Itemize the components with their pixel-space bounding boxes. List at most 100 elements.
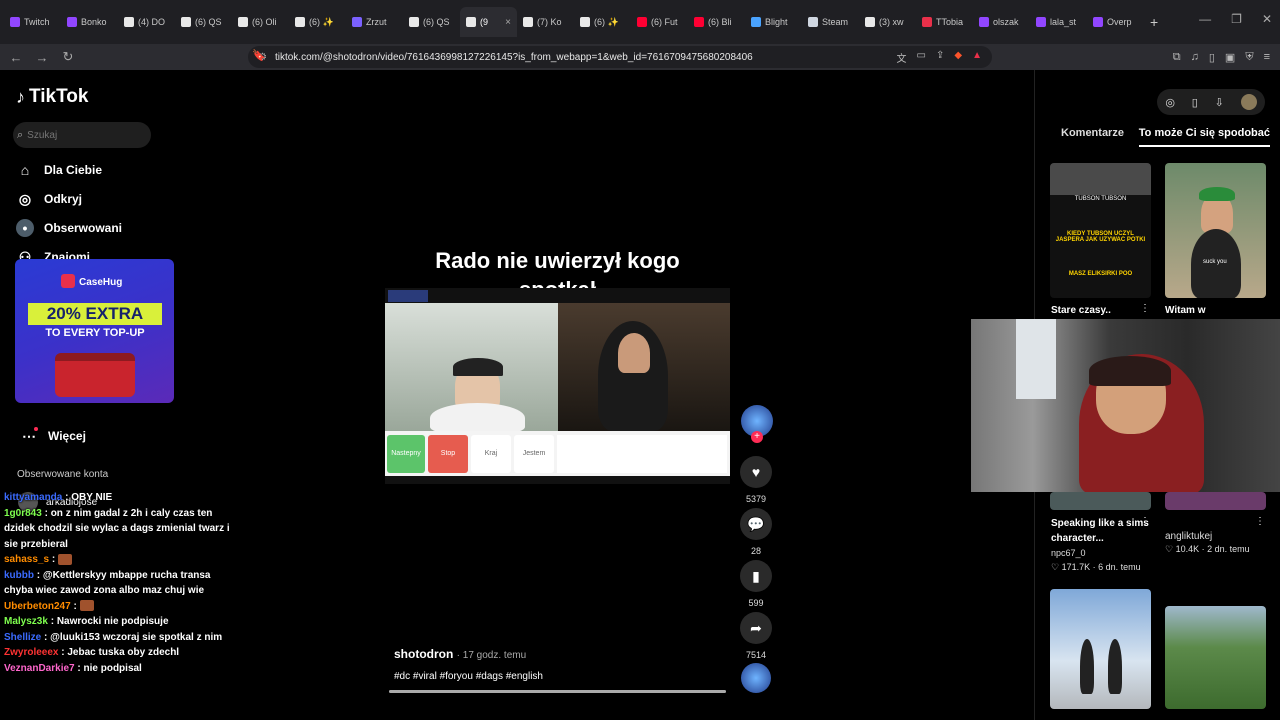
share-arrow-icon[interactable]: ➦	[740, 612, 772, 644]
related-title-3[interactable]: Speaking like a sims character...	[1051, 516, 1151, 546]
url-field[interactable]: ⚙ tiktok.com/@shotodron/video/7616436998…	[248, 46, 992, 68]
share-action[interactable]: ➦ 7514	[740, 612, 772, 660]
search-input[interactable]	[27, 129, 138, 141]
profile-avatar[interactable]	[1240, 94, 1257, 110]
maximize-icon[interactable]: ❐	[1231, 12, 1242, 26]
url-text[interactable]: tiktok.com/@shotodron/video/761643699812…	[275, 52, 753, 63]
chat-username[interactable]: Zwyroleeex	[4, 647, 58, 658]
new-tab-button[interactable]: +	[1150, 14, 1158, 30]
video-progress-bar[interactable]	[389, 690, 726, 693]
browser-tab[interactable]: (7) Ko	[517, 7, 574, 37]
browser-tab[interactable]: Zrzut	[346, 7, 403, 37]
menu-icon[interactable]: ≡	[1264, 51, 1270, 64]
more-dots-icon: ⋯	[22, 427, 38, 444]
related-thumb-4[interactable]	[1165, 492, 1266, 510]
casehug-ad[interactable]: CaseHug 20% EXTRA TO EVERY TOP-UP	[15, 259, 174, 403]
tab-related[interactable]: To może Ci się spodobać	[1138, 127, 1270, 147]
browser-tab[interactable]: (6) QS	[175, 7, 232, 37]
nav-more[interactable]: ⋯ Więcej	[20, 427, 86, 445]
rewards-icon[interactable]: ▲	[972, 50, 982, 65]
video-player[interactable]: Nastepny Stop Kraj Jestem	[385, 288, 730, 484]
cast-icon[interactable]: ▭	[917, 50, 926, 65]
browser-tab[interactable]: (6) Fut	[631, 7, 688, 37]
extensions-icon[interactable]: ⧉	[1173, 51, 1181, 64]
browser-tab[interactable]: TTobia	[916, 7, 973, 37]
related-title-4[interactable]: angliktukej	[1165, 529, 1265, 544]
chat-username[interactable]: VeznanDarkie7	[4, 663, 75, 674]
related-thumb-3[interactable]	[1050, 492, 1151, 510]
follow-plus-icon[interactable]: +	[751, 431, 763, 443]
nav-following[interactable]: • Obserwowani	[16, 219, 122, 237]
related-thumb-2[interactable]: suck you	[1165, 163, 1266, 298]
browser-tab[interactable]: (4) DO	[118, 7, 175, 37]
tab-comments[interactable]: Komentarze	[1050, 127, 1124, 147]
more-options-icon[interactable]: ⋮	[1255, 516, 1265, 527]
close-tab-icon[interactable]: ×	[505, 17, 511, 28]
share-icon[interactable]: ⇪	[936, 50, 944, 65]
video-hashtags[interactable]: #dc #viral #foryou #dags #english	[394, 671, 543, 682]
stream-logo	[388, 290, 428, 302]
related-thumb-1[interactable]: TUBSON TUBSON KIEDY TUBSON UCZYL JASPERA…	[1050, 163, 1151, 298]
comment-action[interactable]: 💬 28	[740, 508, 772, 556]
chat-username[interactable]: 1g0r843	[4, 508, 42, 519]
browser-tab[interactable]: olszak	[973, 7, 1030, 37]
related-thumb-5[interactable]	[1050, 589, 1151, 709]
related-author-3[interactable]: npc67_0	[1051, 548, 1086, 558]
browser-tab[interactable]: (6) QS	[403, 7, 460, 37]
browser-tab[interactable]: (3) xw	[859, 7, 916, 37]
save-action[interactable]: ▮ 599	[740, 560, 772, 608]
bookmark-save-icon[interactable]: ▮	[740, 560, 772, 592]
more-options-icon[interactable]: ⋮	[1140, 303, 1150, 314]
tiktok-logo[interactable]: ♪ TikTok	[16, 86, 88, 108]
download-icon[interactable]: ⇩	[1215, 96, 1224, 109]
chat-username[interactable]: Shellize	[4, 632, 41, 643]
comment-icon[interactable]: 💬	[740, 508, 772, 540]
bookmark-icon[interactable]: 🔖	[252, 49, 266, 62]
browser-tab[interactable]: Twitch	[4, 7, 61, 37]
browser-tab[interactable]: Blight	[745, 7, 802, 37]
chat-username[interactable]: Uberbeton247	[4, 601, 71, 612]
browser-tab[interactable]: (6) ✨	[574, 7, 631, 37]
forward-icon[interactable]: →	[32, 50, 52, 65]
heart-icon[interactable]: ♥	[740, 456, 772, 488]
wallet-icon[interactable]: ▣	[1225, 51, 1235, 64]
close-window-icon[interactable]: ✕	[1262, 12, 1272, 26]
browser-tab[interactable]: lala_st	[1030, 7, 1087, 37]
related-thumb-6[interactable]	[1165, 606, 1266, 709]
related-title-2[interactable]: Witam w	[1165, 303, 1265, 318]
compass-small-icon[interactable]: ◎	[1165, 96, 1175, 109]
chat-username[interactable]: Malysz3k	[4, 616, 48, 627]
chat-username[interactable]: kittyamanda	[4, 492, 62, 503]
tab-favicon-icon	[352, 17, 362, 27]
back-icon[interactable]: ←	[6, 50, 26, 65]
browser-tab[interactable]: (6) ✨	[289, 7, 346, 37]
media-icon[interactable]: ♫	[1191, 51, 1199, 64]
phone-icon[interactable]: ▯	[1192, 96, 1198, 109]
chat-message: kubbb : @Kettlerskyy mbappe rucha transa…	[4, 569, 211, 597]
search-box[interactable]: ⌕	[13, 122, 151, 148]
video-author[interactable]: shotodron · 17 godz. temu	[394, 647, 526, 661]
chat-message: kittyamanda : OBY NIE	[4, 492, 113, 503]
like-action[interactable]: ♥ 5379	[740, 456, 772, 504]
music-disc-avatar[interactable]	[741, 663, 771, 693]
browser-tab[interactable]: Steam	[802, 7, 859, 37]
vpn-icon[interactable]: ⛨	[1245, 51, 1253, 64]
chat-username[interactable]: kubbb	[4, 570, 34, 581]
browser-tab[interactable]: Bonko	[61, 7, 118, 37]
browser-tab[interactable]: (6) Oli	[232, 7, 289, 37]
more-options-icon[interactable]: ⋮	[1140, 516, 1150, 527]
chat-username[interactable]: sahass_s	[4, 554, 49, 565]
nav-explore[interactable]: ◎ Odkryj	[16, 190, 82, 208]
browser-tab[interactable]: Overp	[1087, 7, 1144, 37]
translate-icon[interactable]: 文	[897, 50, 907, 65]
sidebar-icon[interactable]: ▯	[1209, 51, 1215, 64]
browser-tab-bar: Twitch Bonko (4) DO (6) QS (6) Oli (6) ✨ Zrzut…	[0, 0, 1280, 44]
related-title-1[interactable]: Stare czasy..	[1051, 303, 1151, 318]
brave-shield-icon[interactable]: ◆	[954, 50, 962, 65]
browser-tab[interactable]: (6) Bli	[688, 7, 745, 37]
browser-tab[interactable]: (9 ×	[460, 7, 517, 37]
reload-icon[interactable]: ↻	[58, 49, 78, 65]
minimize-icon[interactable]: —	[1199, 12, 1211, 26]
tab-favicon-icon	[67, 17, 77, 27]
nav-for-you[interactable]: ⌂ Dla Ciebie	[16, 161, 102, 179]
